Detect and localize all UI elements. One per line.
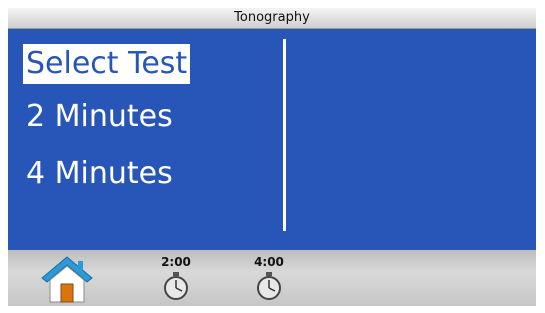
bottom-toolbar: 2:00 4:00 (8, 250, 536, 306)
timer-4-minutes-button[interactable]: 4:00 (247, 255, 291, 303)
title-bar: Tonography (8, 8, 536, 29)
home-icon (41, 256, 93, 303)
device-screen: Tonography Select Test 2 Minutes 4 Minut… (8, 8, 536, 306)
window-title: Tonography (234, 10, 310, 25)
timer-label: 2:00 (161, 255, 191, 269)
stopwatch-icon (164, 272, 188, 300)
menu-item-select-test[interactable]: Select Test (23, 44, 191, 84)
panel-divider (283, 39, 286, 231)
home-button[interactable] (38, 254, 96, 304)
stopwatch-icon (257, 272, 281, 300)
menu-item-4-minutes[interactable]: 4 Minutes (23, 154, 176, 194)
menu-item-2-minutes[interactable]: 2 Minutes (23, 97, 176, 137)
test-menu-panel: Select Test 2 Minutes 4 Minutes (8, 29, 536, 250)
timer-label: 4:00 (254, 255, 284, 269)
timer-2-minutes-button[interactable]: 2:00 (154, 255, 198, 303)
